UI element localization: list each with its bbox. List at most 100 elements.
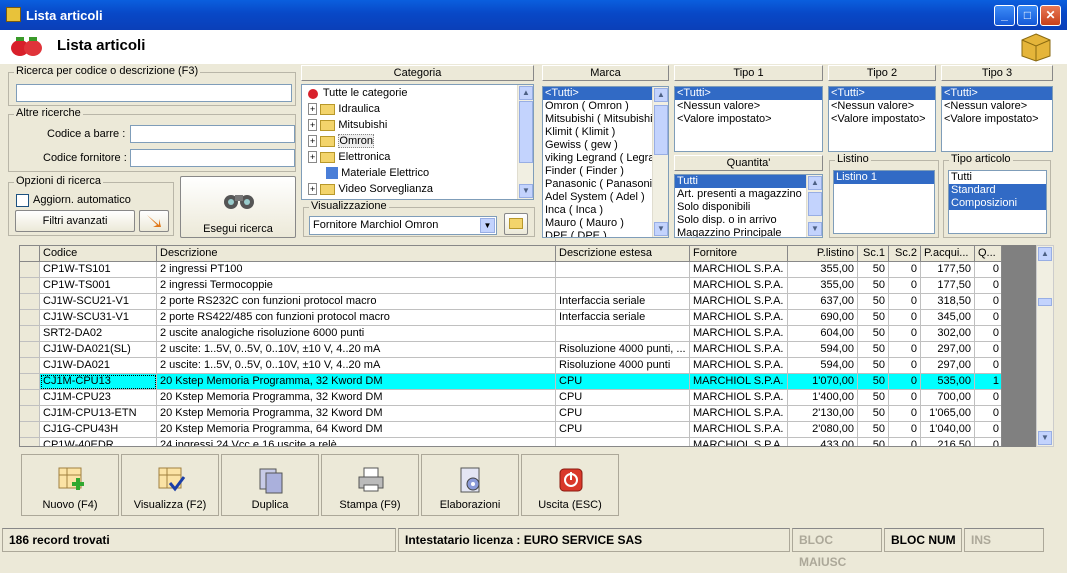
barcode-input[interactable] [130,125,295,143]
open-folder-button[interactable] [504,213,528,235]
table-cell[interactable]: 0 [889,390,921,406]
table-cell[interactable]: CJ1W-DA021 [40,358,157,374]
quantity-item[interactable]: Solo disponibili [675,201,822,214]
table-cell[interactable]: CPU [556,374,690,390]
table-cell[interactable]: 2 ingressi PT100 [157,262,556,278]
table-cell[interactable]: 50 [858,262,889,278]
table-cell[interactable]: MARCHIOL S.P.A. [690,422,788,438]
table-cell[interactable]: 355,00 [788,278,858,294]
row-indicator[interactable] [20,310,40,326]
row-indicator[interactable] [20,278,40,294]
close-button[interactable]: ✕ [1040,5,1061,26]
table-cell[interactable]: 2'130,00 [788,406,858,422]
table-cell[interactable]: 700,00 [921,390,975,406]
table-cell[interactable]: 0 [975,326,1001,342]
brand-item[interactable]: Panasonic ( Panasonic [543,178,668,191]
table-cell[interactable]: 2 uscite: 1..5V, 0..5V, 0..10V, ±10 V, 4… [157,342,556,358]
table-cell[interactable]: 0 [975,342,1001,358]
scroll-down-icon[interactable]: ▼ [654,222,668,236]
col-header-sc2[interactable]: Sc.2 [889,246,921,262]
table-cell[interactable]: 1'400,00 [788,390,858,406]
table-row[interactable]: CJ1W-SCU31-V1 2 porte RS422/485 con funzi… [20,310,1001,326]
table-cell[interactable]: 690,00 [788,310,858,326]
table-cell[interactable] [556,262,690,278]
table-cell[interactable]: 594,00 [788,358,858,374]
table-cell[interactable]: 24 ingressi 24 Vcc e 16 uscite a relè [157,438,556,446]
article-type-item[interactable]: Standard [949,184,1046,197]
row-indicator[interactable] [20,438,40,446]
table-cell[interactable]: 177,50 [921,278,975,294]
table-cell[interactable] [556,326,690,342]
quantity-item[interactable]: Art. presenti a magazzino [675,188,822,201]
row-indicator[interactable] [20,342,40,358]
category-scrollbar[interactable]: ▲ ▼ [517,85,533,199]
table-cell[interactable]: 0 [889,438,921,446]
table-cell[interactable]: 50 [858,358,889,374]
article-type-item[interactable]: Composizioni [949,197,1046,210]
table-cell[interactable]: 594,00 [788,342,858,358]
scroll-up-icon[interactable]: ▲ [808,176,822,190]
table-cell[interactable]: 0 [889,422,921,438]
table-cell[interactable]: 50 [858,294,889,310]
table-cell[interactable]: Interfaccia seriale [556,294,690,310]
row-indicator[interactable] [20,358,40,374]
price-list-item[interactable]: Listino 1 [834,171,934,184]
brand-item[interactable]: Mitsubishi ( Mitsubishi [543,113,668,126]
table-cell[interactable]: CP1W-TS001 [40,278,157,294]
tipo1-item[interactable]: <Valore impostato> [675,113,822,126]
tipo2-list[interactable]: <Tutti> <Nessun valore> <Valore impostat… [828,86,936,152]
price-list[interactable]: Listino 1 [833,170,935,234]
col-header-qta[interactable]: Q... [975,246,1001,262]
table-cell[interactable]: 318,50 [921,294,975,310]
table-cell[interactable]: 50 [858,310,889,326]
table-cell[interactable]: MARCHIOL S.P.A. [690,326,788,342]
table-cell[interactable]: 1'040,00 [921,422,975,438]
table-cell[interactable]: 0 [889,262,921,278]
table-row[interactable]: CP1W-TS001 2 ingressi Termocoppie MARCHIOL… [20,278,1001,294]
search-input[interactable] [16,84,292,102]
run-search-button[interactable]: Esegui ricerca [180,176,296,238]
scroll-up-icon[interactable]: ▲ [1038,247,1052,261]
table-cell[interactable]: CP1W-40EDR [40,438,157,446]
table-cell[interactable]: 50 [858,278,889,294]
table-cell[interactable]: 20 Kstep Memoria Programma, 64 Kword DM [157,422,556,438]
table-cell[interactable]: MARCHIOL S.P.A. [690,374,788,390]
expand-icon[interactable]: + [308,151,318,163]
brand-item[interactable]: Finder ( Finder ) [543,165,668,178]
table-cell[interactable]: 0 [975,278,1001,294]
table-cell[interactable]: 1'065,00 [921,406,975,422]
table-cell[interactable]: 297,00 [921,342,975,358]
tipo3-item[interactable]: <Valore impostato> [942,113,1052,126]
expand-icon[interactable]: + [308,135,318,147]
scroll-down-icon[interactable]: ▼ [808,222,822,236]
advanced-filters-button[interactable]: Filtri avanzati [15,210,135,232]
new-button[interactable]: Nuovo (F4) [21,454,119,516]
table-cell[interactable]: 355,00 [788,262,858,278]
table-cell[interactable]: 604,00 [788,326,858,342]
table-cell[interactable]: 297,00 [921,358,975,374]
table-cell[interactable]: MARCHIOL S.P.A. [690,358,788,374]
table-cell[interactable]: SRT2-DA02 [40,326,157,342]
brand-item[interactable]: Omron ( Omron ) [543,100,668,113]
table-cell[interactable]: 50 [858,374,889,390]
table-cell[interactable]: CJ1M-CPU13 [40,374,157,390]
process-button[interactable]: Elaborazioni [421,454,519,516]
table-row[interactable]: CJ1M-CPU13 20 Kstep Memoria Programma, 32… [20,374,1001,390]
table-cell[interactable]: 50 [858,326,889,342]
table-row[interactable]: SRT2-DA02 2 uscite analogiche risoluzione… [20,326,1001,342]
quantity-item[interactable]: Solo disp. o in arrivo [675,214,822,227]
brand-item[interactable]: DPE ( DPE ) [543,230,668,237]
table-cell[interactable]: 20 Kstep Memoria Programma, 32 Kword DM [157,390,556,406]
scroll-down-icon[interactable]: ▼ [1038,431,1052,445]
table-cell[interactable]: 2 porte RS422/485 con funzioni protocol … [157,310,556,326]
category-item-video-sorveglianza[interactable]: + Video Sorveglianza [302,181,533,197]
col-header-fornitore[interactable]: Fornitore [690,246,788,262]
table-cell[interactable]: 0 [975,294,1001,310]
exit-button[interactable]: Uscita (ESC) [521,454,619,516]
table-cell[interactable]: CP1W-TS101 [40,262,157,278]
scroll-thumb[interactable] [519,101,533,163]
table-cell[interactable]: CJ1W-SCU31-V1 [40,310,157,326]
view-select[interactable]: Fornitore Marchiol Omron ▼ [309,216,497,235]
table-cell[interactable]: 302,00 [921,326,975,342]
table-cell[interactable]: MARCHIOL S.P.A. [690,278,788,294]
